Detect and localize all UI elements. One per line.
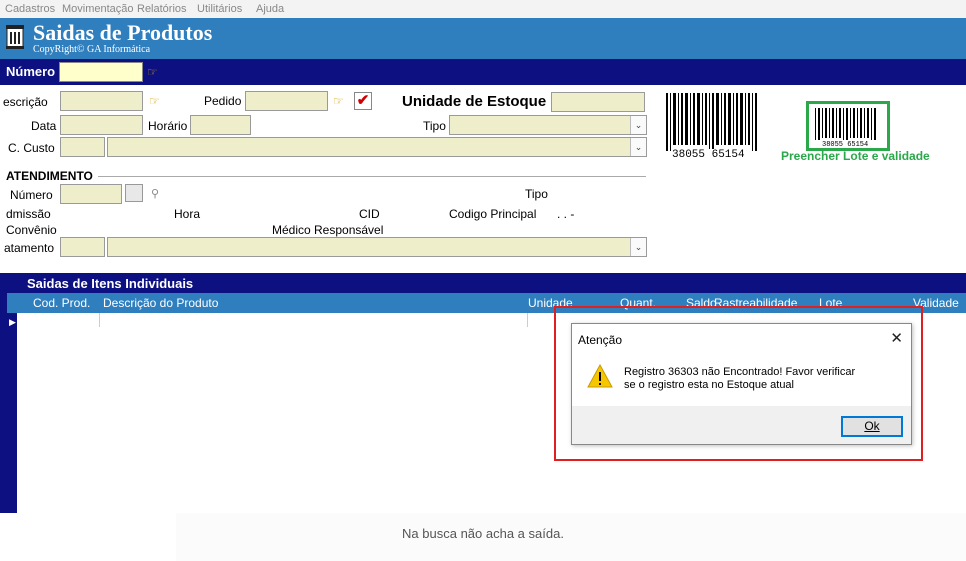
barcode-small-number: 38055 65154 — [822, 141, 869, 149]
tratamento-code-input[interactable] — [60, 237, 105, 257]
column-header[interactable]: Cod. Prod. — [33, 296, 90, 310]
atendimento-numero-label: Número — [10, 188, 53, 202]
tipo-select[interactable]: ⌄ — [449, 115, 647, 135]
grid-title: Saidas de Itens Individuais — [27, 276, 194, 291]
ccusto-code-input[interactable] — [60, 137, 105, 157]
grid-divider — [99, 313, 100, 327]
app-title-bar: Saidas de Produtos CopyRight© GA Informá… — [0, 18, 966, 59]
ccusto-label: C. Custo — [8, 141, 55, 155]
horario-input[interactable] — [190, 115, 251, 135]
section-divider — [98, 176, 646, 177]
tipo-label: Tipo — [423, 119, 446, 133]
dialog-title: Atenção — [578, 333, 623, 347]
close-icon[interactable]: ✕ — [890, 329, 903, 347]
ok-button-label: Ok — [864, 419, 880, 433]
codigo-principal-value: . . - — [557, 207, 575, 221]
pedido-input[interactable] — [245, 91, 328, 111]
pointing-hand-icon[interactable]: ☞ — [333, 95, 344, 107]
tratamento-label: atamento — [4, 241, 55, 255]
ccusto-select[interactable]: ⌄ — [107, 137, 647, 157]
pedido-label: Pedido — [204, 94, 242, 108]
binoculars-icon[interactable]: ⚲ — [151, 187, 159, 200]
admissao-label: dmissão — [6, 207, 51, 221]
dialog-message-line2: se o registro esta no Estoque atual — [624, 379, 794, 391]
unidade-estoque-input[interactable] — [551, 92, 645, 112]
numero-label: Número — [6, 64, 56, 79]
menu-utilitarios[interactable]: Utilitários — [197, 3, 242, 15]
numero-bar: Número ☞ — [0, 59, 966, 85]
left-toolbar — [0, 273, 7, 513]
building-icon — [6, 25, 24, 49]
pointing-hand-icon[interactable]: ☞ — [149, 95, 160, 107]
pointing-hand-icon[interactable]: ☞ — [147, 66, 158, 78]
menu-movimentacao[interactable]: Movimentação — [62, 3, 134, 15]
grid-divider — [527, 313, 528, 327]
atendimento-tipo-label: Tipo — [525, 187, 548, 201]
atendimento-numero-input[interactable] — [60, 184, 122, 204]
dropdown-arrow-icon[interactable]: ⌄ — [630, 238, 646, 256]
ok-button[interactable]: Ok — [841, 416, 903, 437]
menu-ajuda[interactable]: Ajuda — [256, 3, 284, 15]
prescricao-input[interactable] — [60, 91, 143, 111]
data-input[interactable] — [60, 115, 143, 135]
dialog-button-area: Ok — [572, 406, 911, 444]
cid-label: CID — [359, 207, 380, 221]
app-title: Saidas de Produtos — [33, 20, 213, 45]
check-icon[interactable]: ✔ — [354, 92, 372, 110]
unidade-estoque-label: Unidade de Estoque — [402, 93, 547, 110]
column-header[interactable]: Descrição do Produto — [103, 296, 218, 310]
app-copyright: CopyRight© GA Informática — [33, 44, 151, 55]
dialog-message-line1: Registro 36303 não Encontrado! Favor ver… — [624, 366, 856, 378]
lote-validade-label: Preencher Lote e validade — [781, 149, 930, 163]
tratamento-select[interactable]: ⌄ — [107, 237, 647, 257]
calendar-icon[interactable] — [125, 184, 143, 202]
medico-responsavel-label: Médico Responsável — [272, 223, 384, 237]
warning-icon — [587, 364, 613, 388]
dialog-message: Registro 36303 não Encontrado! Favor ver… — [624, 366, 874, 392]
grid-row-indicator: ▶ — [7, 313, 17, 513]
hora-label: Hora — [174, 207, 201, 221]
data-label: Data — [31, 119, 57, 133]
grid-title-bar: Saidas de Itens Individuais — [7, 273, 966, 293]
prescricao-label: escrição — [3, 95, 48, 109]
dropdown-arrow-icon[interactable]: ⌄ — [630, 138, 646, 156]
caption-text: Na busca não acha a saída. — [402, 526, 564, 541]
atendimento-title: ATENDIMENTO — [6, 169, 93, 183]
row-pointer-icon: ▶ — [9, 317, 16, 327]
alert-dialog: Atenção ✕ Registro 36303 não Encontrado!… — [571, 323, 912, 445]
menu-relatorios[interactable]: Relatórios — [137, 3, 187, 15]
menu-bar: Cadastros Movimentação Relatórios Utilit… — [0, 0, 966, 18]
numero-input[interactable] — [59, 62, 143, 82]
horario-label: Horário — [148, 119, 188, 133]
convenio-label: Convênio — [6, 223, 57, 237]
codigo-principal-label: Codigo Principal — [449, 207, 537, 221]
dropdown-arrow-icon[interactable]: ⌄ — [630, 116, 646, 134]
form-panel: escrição ☞ Pedido ☞ ✔ Unidade de Estoque… — [0, 85, 966, 270]
menu-cadastros[interactable]: Cadastros — [5, 3, 55, 15]
barcode-number: 38055 65154 — [672, 149, 745, 161]
